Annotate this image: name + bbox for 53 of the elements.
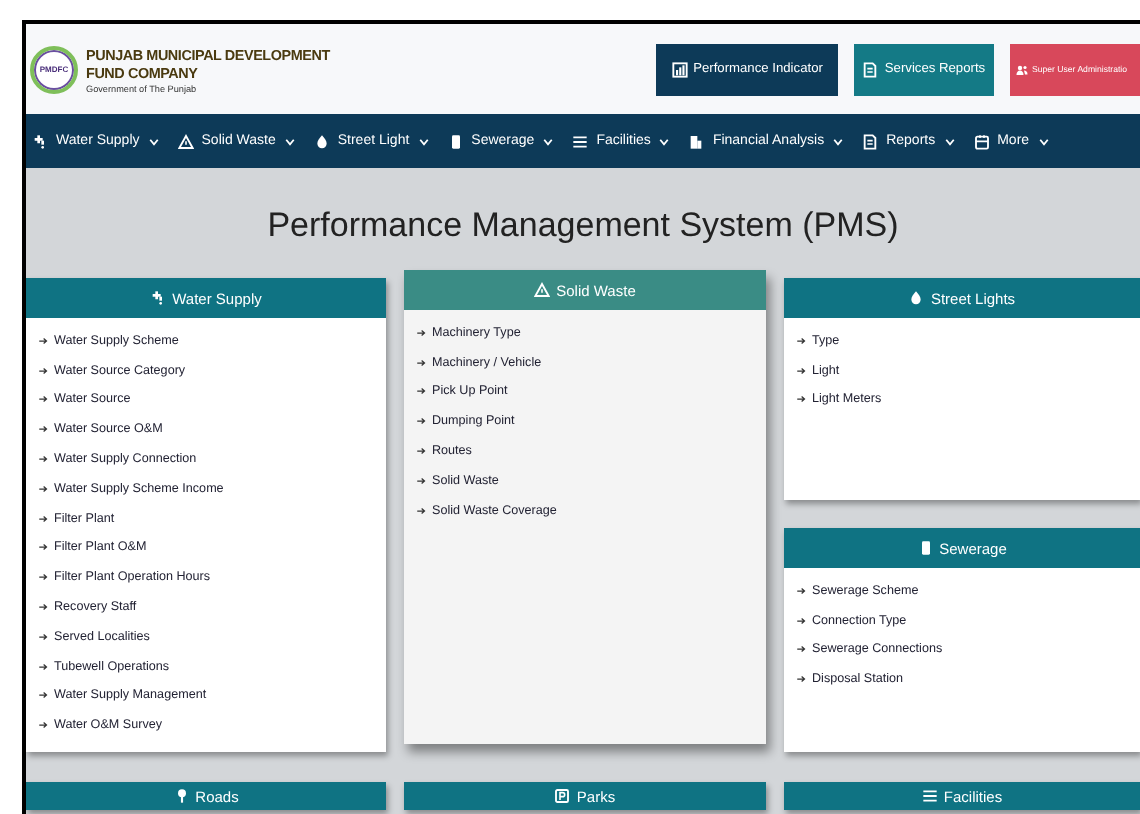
arrow-icon [38, 394, 48, 405]
box-icon [973, 133, 990, 149]
list-icon [921, 788, 938, 804]
arrow-icon [796, 674, 806, 685]
arrow-icon [38, 513, 48, 524]
arrow-icon [796, 365, 806, 376]
arrow-icon [38, 572, 48, 583]
tap-icon [32, 133, 48, 149]
arrow-icon [38, 631, 48, 642]
users-icon [1016, 63, 1028, 75]
arrow-icon [38, 720, 48, 731]
sign-icon [554, 788, 571, 804]
arrow-icon [796, 615, 806, 626]
arrow-icon [416, 505, 426, 516]
chevron-icon [658, 135, 671, 147]
arrow-icon [38, 335, 48, 346]
triangle-icon [534, 282, 551, 298]
chevron-icon [1037, 135, 1050, 147]
arrow-icon [38, 483, 48, 494]
chevron-icon [417, 135, 430, 147]
arrow-icon [38, 661, 48, 672]
arrow-icon [796, 335, 806, 346]
arrow-icon [416, 416, 426, 427]
triangle-icon [177, 133, 194, 149]
chevron-icon [832, 135, 845, 147]
chevron-icon [943, 135, 956, 147]
chart-icon [671, 61, 688, 77]
arrow-icon [416, 357, 426, 368]
arrow-icon [796, 644, 806, 655]
arrow-icon [416, 327, 426, 338]
arrow-icon [796, 585, 806, 596]
arrow-icon [38, 454, 48, 465]
list-icon [572, 133, 589, 149]
chevron-icon [147, 135, 160, 147]
building-icon [688, 133, 705, 149]
arrow-icon [796, 394, 806, 405]
arrow-icon [38, 365, 48, 376]
flame-icon [313, 133, 330, 149]
tree-icon [173, 788, 190, 804]
document-icon [862, 133, 879, 149]
arrow-icon [38, 542, 48, 553]
arrow-icon [416, 446, 426, 457]
chevron-icon [542, 135, 555, 147]
arrow-icon [416, 386, 426, 397]
arrow-icon [416, 475, 426, 486]
arrow-icon [38, 424, 48, 435]
page-title: Performance Management System (PMS) [265, 204, 901, 248]
arrow-icon [38, 602, 48, 613]
document-icon [862, 61, 879, 77]
chevron-icon [283, 135, 296, 147]
tap-icon [150, 290, 167, 306]
flame-icon [908, 290, 925, 306]
arrow-icon [38, 690, 48, 701]
